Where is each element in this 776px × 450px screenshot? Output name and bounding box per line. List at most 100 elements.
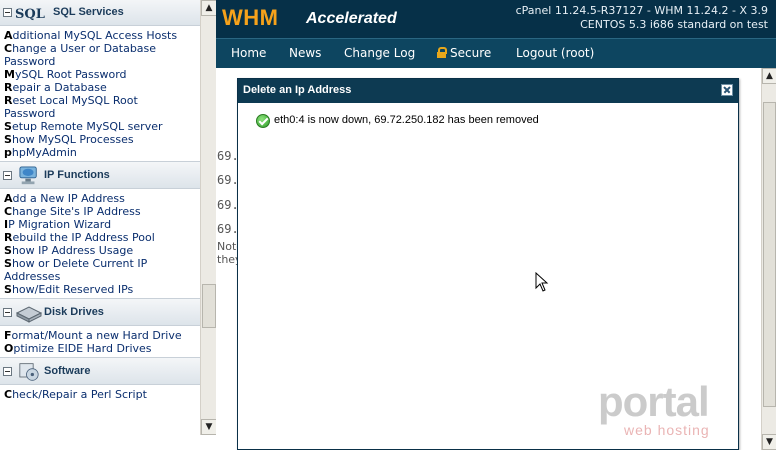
ip-links: Add a New IP Address Change Site's IP Add… bbox=[0, 189, 200, 298]
link-hotkey: C bbox=[4, 205, 13, 218]
sidebar-link[interactable]: Show MySQL Processes bbox=[4, 133, 200, 146]
status-message-text: eth0:4 is now down, 69.72.250.182 has be… bbox=[274, 114, 539, 126]
link-label: P Migration Wizard bbox=[8, 218, 112, 231]
link-hotkey: C bbox=[4, 42, 13, 55]
ip-list-item: 69. bbox=[217, 198, 239, 212]
nav-logout[interactable]: Logout (root) bbox=[516, 46, 594, 60]
link-hotkey: S bbox=[4, 257, 12, 270]
sql-logo-icon: SQL bbox=[15, 7, 45, 22]
link-hotkey: A bbox=[4, 192, 13, 205]
sidebar-link[interactable]: Add a New IP Address bbox=[4, 192, 200, 205]
software-package-icon bbox=[19, 363, 39, 381]
link-hotkey: S bbox=[4, 244, 12, 257]
link-hotkey: O bbox=[4, 342, 14, 355]
sidebar-link[interactable]: Change a User or Database bbox=[4, 42, 200, 55]
top-navigation: Home News Change Log Secure Logout (root… bbox=[216, 38, 776, 68]
link-label: dditional MySQL Access Hosts bbox=[12, 29, 178, 42]
link-label: how/Edit Reserved IPs bbox=[11, 283, 134, 296]
link-label: hange a User or Database bbox=[12, 42, 157, 55]
watermark-subtitle: web hosting bbox=[624, 422, 710, 438]
sidebar-link[interactable]: Check/Repair a Perl Script bbox=[4, 388, 200, 401]
sidebar-scrollbar[interactable]: ▲ ▼ bbox=[200, 0, 217, 435]
link-label: heck/Repair a Perl Script bbox=[12, 388, 147, 401]
link-label: hange Site's IP Address bbox=[12, 205, 141, 218]
nav-secure-label: Secure bbox=[450, 46, 492, 60]
section-title: IP Functions bbox=[44, 169, 110, 181]
nav-news[interactable]: News bbox=[289, 46, 321, 60]
sidebar-link[interactable]: Additional MySQL Access Hosts bbox=[4, 29, 200, 42]
software-links: Check/Repair a Perl Script bbox=[0, 385, 200, 403]
scroll-down-button[interactable]: ▼ bbox=[762, 434, 776, 450]
network-globe-icon bbox=[19, 166, 37, 185]
sidebar-link[interactable]: Setup Remote MySQL server bbox=[4, 120, 200, 133]
scroll-up-button[interactable]: ▲ bbox=[762, 68, 776, 84]
portal-watermark: portal web hosting bbox=[598, 378, 758, 440]
nav-secure[interactable]: Secure bbox=[437, 46, 491, 60]
version-info: cPanel 11.24.5-R37127 - WHM 11.24.2 - X … bbox=[515, 4, 768, 17]
whm-logo: WHM bbox=[222, 5, 279, 30]
link-label: epair a Database bbox=[12, 81, 107, 94]
link-label: eset Local MySQL Root bbox=[12, 94, 138, 107]
link-hotkey: A bbox=[4, 29, 13, 42]
lock-icon bbox=[437, 47, 447, 58]
link-label: hpMyAdmin bbox=[11, 146, 77, 159]
sidebar-link[interactable]: phpMyAdmin bbox=[4, 146, 200, 159]
whm-header: WHM Accelerated cPanel 11.24.5-R37127 - … bbox=[216, 0, 776, 38]
dialog-titlebar[interactable]: Delete an Ip Address bbox=[238, 79, 738, 103]
link-label: ptimize EIDE Hard Drives bbox=[13, 342, 152, 355]
link-label: ebuild the IP Address Pool bbox=[12, 231, 155, 244]
ip-list-item: 69. bbox=[217, 173, 239, 187]
sidebar-link[interactable]: Addresses bbox=[4, 270, 200, 283]
svg-text:SQL: SQL bbox=[15, 7, 45, 22]
sql-links: Additional MySQL Access Hosts Change a Us… bbox=[0, 26, 200, 161]
link-label: ormat/Mount a new Hard Drive bbox=[11, 329, 182, 342]
sidebar-link[interactable]: Show/Edit Reserved IPs bbox=[4, 283, 200, 296]
link-label: dd a New IP Address bbox=[12, 192, 125, 205]
sidebar-link[interactable]: IP Migration Wizard bbox=[4, 218, 200, 231]
link-hotkey: C bbox=[4, 388, 13, 401]
scroll-thumb[interactable] bbox=[763, 102, 776, 407]
link-hotkey: S bbox=[4, 120, 12, 133]
server-info: CENTOS 5.3 i686 standard on test bbox=[580, 18, 768, 31]
link-label: how IP Address Usage bbox=[11, 244, 134, 257]
link-hotkey: F bbox=[4, 329, 12, 342]
link-hotkey: S bbox=[4, 133, 12, 146]
sidebar-link[interactable]: Change Site's IP Address bbox=[4, 205, 200, 218]
dialog-title: Delete an Ip Address bbox=[243, 84, 352, 96]
section-header-ip-functions[interactable]: IP Functions bbox=[0, 161, 200, 189]
ip-list-item: 69. bbox=[217, 149, 239, 163]
sidebar-link[interactable]: Show IP Address Usage bbox=[4, 244, 200, 257]
link-label: etup Remote MySQL server bbox=[11, 120, 163, 133]
collapse-toggle[interactable] bbox=[3, 367, 12, 376]
section-header-sql-services[interactable]: SQL SQL Services bbox=[0, 0, 200, 26]
scroll-up-button[interactable]: ▲ bbox=[201, 0, 217, 16]
sidebar-link[interactable]: Format/Mount a new Hard Drive bbox=[4, 329, 200, 342]
section-header-disk-drives[interactable]: Disk Drives bbox=[0, 298, 200, 326]
sidebar-link[interactable]: Reset Local MySQL Root bbox=[4, 94, 200, 107]
sidebar-link[interactable]: MySQL Root Password bbox=[4, 68, 200, 81]
link-label: how or Delete Current IP bbox=[11, 257, 148, 270]
link-label: Addresses bbox=[4, 270, 61, 283]
sidebar-link[interactable]: Optimize EIDE Hard Drives bbox=[4, 342, 200, 355]
link-label: Password bbox=[4, 55, 56, 68]
scroll-thumb[interactable] bbox=[202, 284, 216, 328]
sidebar-link[interactable]: Rebuild the IP Address Pool bbox=[4, 231, 200, 244]
main-scrollbar[interactable]: ▲ ▼ bbox=[761, 68, 776, 450]
sidebar-menu: SQL SQL Services Additional MySQL Access… bbox=[0, 0, 200, 435]
section-header-software[interactable]: Software bbox=[0, 357, 200, 385]
nav-change-log[interactable]: Change Log bbox=[344, 46, 415, 60]
sidebar-link[interactable]: Repair a Database bbox=[4, 81, 200, 94]
disk-links: Format/Mount a new Hard Drive Optimize EI… bbox=[0, 326, 200, 357]
nav-home[interactable]: Home bbox=[231, 46, 266, 60]
link-hotkey: p bbox=[4, 146, 12, 159]
watermark-logo: portal bbox=[598, 378, 710, 425]
scroll-down-button[interactable]: ▼ bbox=[201, 419, 217, 435]
sidebar-link[interactable]: Password bbox=[4, 107, 200, 120]
link-label: ySQL Root Password bbox=[14, 68, 127, 81]
collapse-toggle[interactable] bbox=[3, 171, 12, 180]
sidebar-link[interactable]: Show or Delete Current IP bbox=[4, 257, 200, 270]
collapse-toggle[interactable] bbox=[3, 8, 12, 17]
collapse-toggle[interactable] bbox=[3, 308, 12, 317]
close-icon[interactable] bbox=[721, 84, 733, 96]
sidebar-link[interactable]: Password bbox=[4, 55, 200, 68]
